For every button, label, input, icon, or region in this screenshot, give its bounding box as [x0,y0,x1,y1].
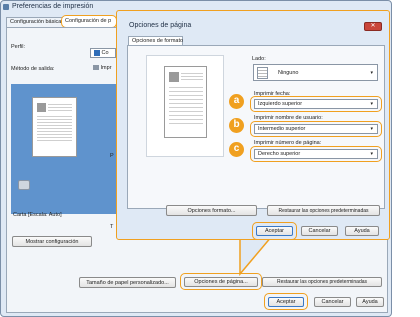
window-title: Preferencias de impresión [12,3,94,10]
frag-p: P [110,153,114,159]
chevron-down-icon: ▾ [370,126,373,132]
printer-device-icon [18,180,30,190]
dialog-title: Opciones de página [129,22,192,29]
format-options-button[interactable]: Opciones formato... [166,205,257,216]
usuario-select[interactable]: Intermedio superior ▾ [254,124,378,134]
fecha-select[interactable]: Izquierdo superior ▾ [254,99,378,109]
dialog-restore-defaults-button[interactable]: Restaurar las opciones predeterminadas [267,205,380,216]
pagina-value: Derecho superior [258,151,301,157]
metodo-select[interactable]: Impr [90,64,116,74]
lado-select[interactable]: Ninguno ▾ [253,64,378,81]
show-settings-button[interactable]: Mostrar configuración [12,236,92,247]
perfil-select[interactable]: Co [90,48,116,58]
close-icon[interactable]: ✕ [364,22,382,31]
restore-defaults-button[interactable]: Restaurar las opciones predeterminadas [262,277,382,287]
badge-c: c [229,142,244,157]
help-button[interactable]: Ayuda [356,297,384,307]
page-thumbnail [32,97,77,157]
badge-b: b [229,118,244,133]
fecha-value: Izquierdo superior [258,101,303,107]
custom-paper-size-button[interactable]: Tamaño de papel personalizado... [79,277,176,288]
usuario-value: Intermedio superior [258,126,306,132]
chevron-down-icon: ▾ [370,101,373,107]
lado-value: Ninguno [278,70,299,76]
dialog-cancel-button[interactable]: Cancelar [301,226,338,236]
side-layout-icon [257,67,268,79]
metodo-label: Método de salida: [11,66,55,72]
lado-label: Lado: [252,56,266,62]
profile-icon [94,49,100,56]
chevron-down-icon: ▾ [370,151,373,157]
page-options-button[interactable]: Opciones de página... [184,277,258,287]
frag-t: T [110,224,114,230]
perfil-value: Co [101,50,109,56]
carta-label: Carta [Escala: Auto] [13,212,62,218]
dialog-help-button[interactable]: Ayuda [345,226,379,236]
badge-a: a [229,94,244,109]
cancel-button[interactable]: Cancelar [314,297,351,307]
printer-icon [3,4,9,10]
tab-basic-settings[interactable]: Configuración básica [6,17,66,27]
print-icon [93,65,99,71]
callout-pointer [239,236,273,276]
accept-button[interactable]: Aceptar [268,297,304,307]
perfil-label: Perfil: [11,44,26,50]
chevron-down-icon: ▾ [370,70,373,76]
pagina-select[interactable]: Derecho superior ▾ [254,149,378,159]
dialog-accept-button[interactable]: Aceptar [256,226,293,236]
metodo-value: Impr [100,65,112,71]
dialog-page-thumbnail [164,66,207,138]
